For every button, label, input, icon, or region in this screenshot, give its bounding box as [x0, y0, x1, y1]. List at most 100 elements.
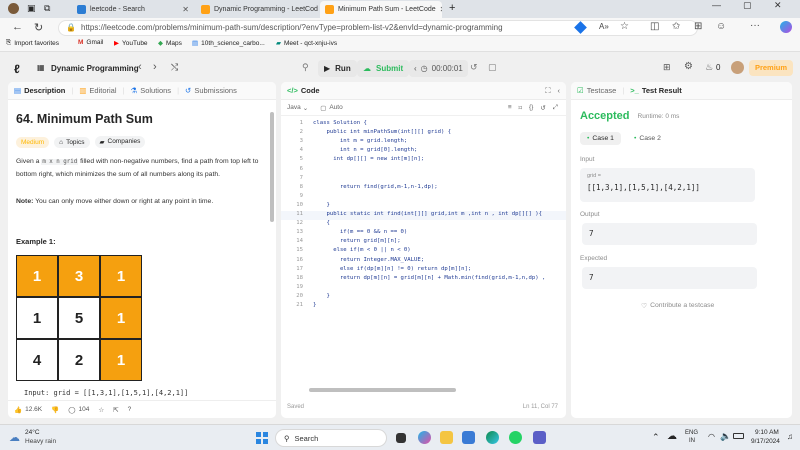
code-line[interactable]: 21}	[281, 302, 566, 311]
tab-leetcode-search[interactable]: leetcode - Search ✕	[72, 1, 194, 18]
code-line[interactable]: 13 if(m == 0 && n == 0)	[281, 229, 566, 238]
star-icon[interactable]: ☆	[98, 406, 104, 414]
like-button[interactable]: 👍 12.6K	[14, 406, 42, 414]
code-line[interactable]: 6	[281, 166, 566, 175]
topics-chip[interactable]: ⌂ Topics	[54, 136, 90, 148]
reset-timer-icon[interactable]: ↺	[470, 62, 478, 73]
tab-minimum-path-sum[interactable]: Minimum Path Sum - LeetCode ✕	[320, 1, 442, 18]
braces-icon[interactable]: {}	[529, 104, 533, 112]
problem-list-title[interactable]: Dynamic Programming	[51, 64, 139, 73]
prev-problem-icon[interactable]: ‹	[138, 61, 142, 73]
difficulty-badge[interactable]: Medium	[16, 136, 50, 148]
code-line[interactable]: 4 int n = grid[0].length;	[281, 147, 566, 156]
favorite-star-icon[interactable]: ☆	[620, 21, 629, 32]
copilot-icon[interactable]	[780, 21, 792, 33]
battery-icon[interactable]	[733, 433, 744, 439]
teams-icon[interactable]	[533, 431, 546, 444]
shuffle-icon[interactable]: ⤭	[171, 62, 178, 73]
code-line[interactable]: 5 int dp[][] = new int[m][n];	[281, 156, 566, 165]
bookmark-gmail[interactable]: M Gmail	[78, 39, 103, 46]
wifi-icon[interactable]: ◠	[708, 432, 715, 441]
format-icon[interactable]: ≡	[508, 104, 512, 112]
tab-submissions[interactable]: ↺ Submissions	[185, 86, 237, 95]
auto-mode-toggle[interactable]: ▢ Auto	[320, 104, 343, 112]
streak-count[interactable]: 0	[716, 63, 720, 72]
split-screen-icon[interactable]: ◫	[650, 21, 659, 32]
code-line[interactable]: 17 else if(dp[m][n] != 0) return dp[m][n…	[281, 266, 566, 275]
favorites-icon[interactable]: ✩	[672, 21, 680, 32]
collapse-icon[interactable]: ‹	[558, 86, 561, 96]
file-explorer-icon[interactable]	[440, 431, 453, 444]
debug-icon[interactable]: ⚲	[302, 62, 309, 73]
close-window-icon[interactable]: ✕	[774, 0, 782, 11]
bookmark-science[interactable]: ▤ 10th_science_carbo...	[192, 39, 265, 48]
run-button[interactable]: ▶ Run	[318, 60, 357, 77]
tab-description[interactable]: ▤ Description	[14, 86, 65, 95]
submit-button[interactable]: ☁ Submit	[357, 60, 410, 77]
companies-chip[interactable]: ▰ Companies	[94, 136, 146, 148]
bookmark-youtube[interactable]: ▶ YouTube	[114, 39, 148, 48]
contribute-testcase-link[interactable]: ♡ Contribute a testcase	[641, 302, 714, 310]
settings-gear-icon[interactable]: ⚙	[684, 61, 693, 72]
case-2-tab[interactable]: • Case 2	[627, 132, 668, 145]
share-icon[interactable]: ⇱	[113, 406, 118, 414]
scrollbar[interactable]	[270, 112, 274, 222]
user-avatar[interactable]	[731, 61, 744, 74]
premium-button[interactable]: Premium	[749, 60, 793, 76]
code-line[interactable]: 8 return find(grid,m-1,n-1,dp);	[281, 184, 566, 193]
weather-icon[interactable]: ☁	[9, 431, 20, 444]
code-line[interactable]: 11 public static int find(int[][] grid,i…	[281, 211, 566, 220]
more-icon[interactable]: ···	[750, 20, 760, 31]
tab-test-result[interactable]: >_ Test Result	[630, 86, 681, 95]
next-problem-icon[interactable]: ›	[153, 61, 157, 73]
copilot-taskbar-icon[interactable]	[418, 431, 431, 444]
close-tab-icon[interactable]: ✕	[182, 5, 189, 14]
tab-editorial[interactable]: ▥ Editorial	[79, 86, 116, 95]
task-view-icon[interactable]	[396, 433, 406, 443]
code-line[interactable]: 20 }	[281, 293, 566, 302]
taskbar-search[interactable]: ⚲ Search	[275, 429, 387, 447]
new-tab-icon[interactable]: +	[449, 2, 455, 14]
collections-icon[interactable]: ⊞	[694, 21, 702, 32]
comments-button[interactable]: ◯ 104	[68, 406, 89, 414]
code-line[interactable]: 18 return dp[m][n] = grid[m][n] + Math.m…	[281, 275, 566, 284]
tray-chevron-icon[interactable]: ⌃	[652, 432, 660, 443]
code-line[interactable]: 12 {	[281, 220, 566, 229]
code-line[interactable]: 2 public int minPathSum(int[][] grid) {	[281, 129, 566, 138]
notes-icon[interactable]: ▢	[488, 62, 497, 73]
back-icon[interactable]: ←	[12, 21, 23, 33]
leetcode-logo-icon[interactable]: ℓ	[14, 62, 20, 76]
code-line[interactable]: 15 else if(m < 0 || n < 0)	[281, 247, 566, 256]
code-line[interactable]: 9	[281, 193, 566, 202]
tab-testcase[interactable]: ☑ Testcase	[577, 86, 616, 95]
store-icon[interactable]	[462, 431, 475, 444]
language-select[interactable]: Java ⌄	[287, 104, 308, 112]
workspaces-icon[interactable]: ▣	[27, 3, 36, 14]
code-line[interactable]: 7	[281, 175, 566, 184]
code-line[interactable]: 10 }	[281, 202, 566, 211]
reset-code-icon[interactable]: ↺	[540, 104, 545, 112]
onedrive-icon[interactable]: ☁	[667, 431, 677, 442]
help-icon[interactable]: ?	[128, 406, 132, 413]
bookmark-icon[interactable]: ⌑	[519, 104, 522, 112]
dislike-icon[interactable]: 👎	[51, 406, 59, 414]
layout-icon[interactable]: ⊞	[663, 62, 671, 73]
close-tab-icon[interactable]: ✕	[440, 5, 442, 14]
fullscreen-icon[interactable]: ⛶	[545, 86, 550, 96]
clock-time[interactable]: 9:10 AM	[755, 429, 779, 436]
tab-actions-icon[interactable]: ⧉	[44, 3, 50, 14]
bookmark-meet[interactable]: ▰ Meet - qct-xnju-ivs	[276, 39, 337, 48]
profile-icon[interactable]	[8, 3, 19, 14]
lang-top[interactable]: ENG	[685, 430, 698, 436]
windows-start-icon[interactable]	[256, 432, 268, 444]
code-line[interactable]: 19	[281, 284, 566, 293]
code-editor[interactable]: 1 class Solution {2 public int minPathSum…	[281, 120, 566, 380]
case-1-tab[interactable]: • Case 1	[580, 132, 621, 145]
volume-icon[interactable]: 🔈	[720, 431, 731, 442]
horizontal-scrollbar[interactable]	[309, 388, 456, 392]
maximize-icon[interactable]: ▢	[743, 0, 752, 11]
bookmark-import-favorites[interactable]: ⎘ Import favorites	[6, 39, 59, 47]
timer[interactable]: ‹ ◷ 00:00:01	[409, 60, 468, 77]
edge-icon[interactable]	[486, 431, 499, 444]
code-line[interactable]: 16 return Integer.MAX_VALUE;	[281, 257, 566, 266]
